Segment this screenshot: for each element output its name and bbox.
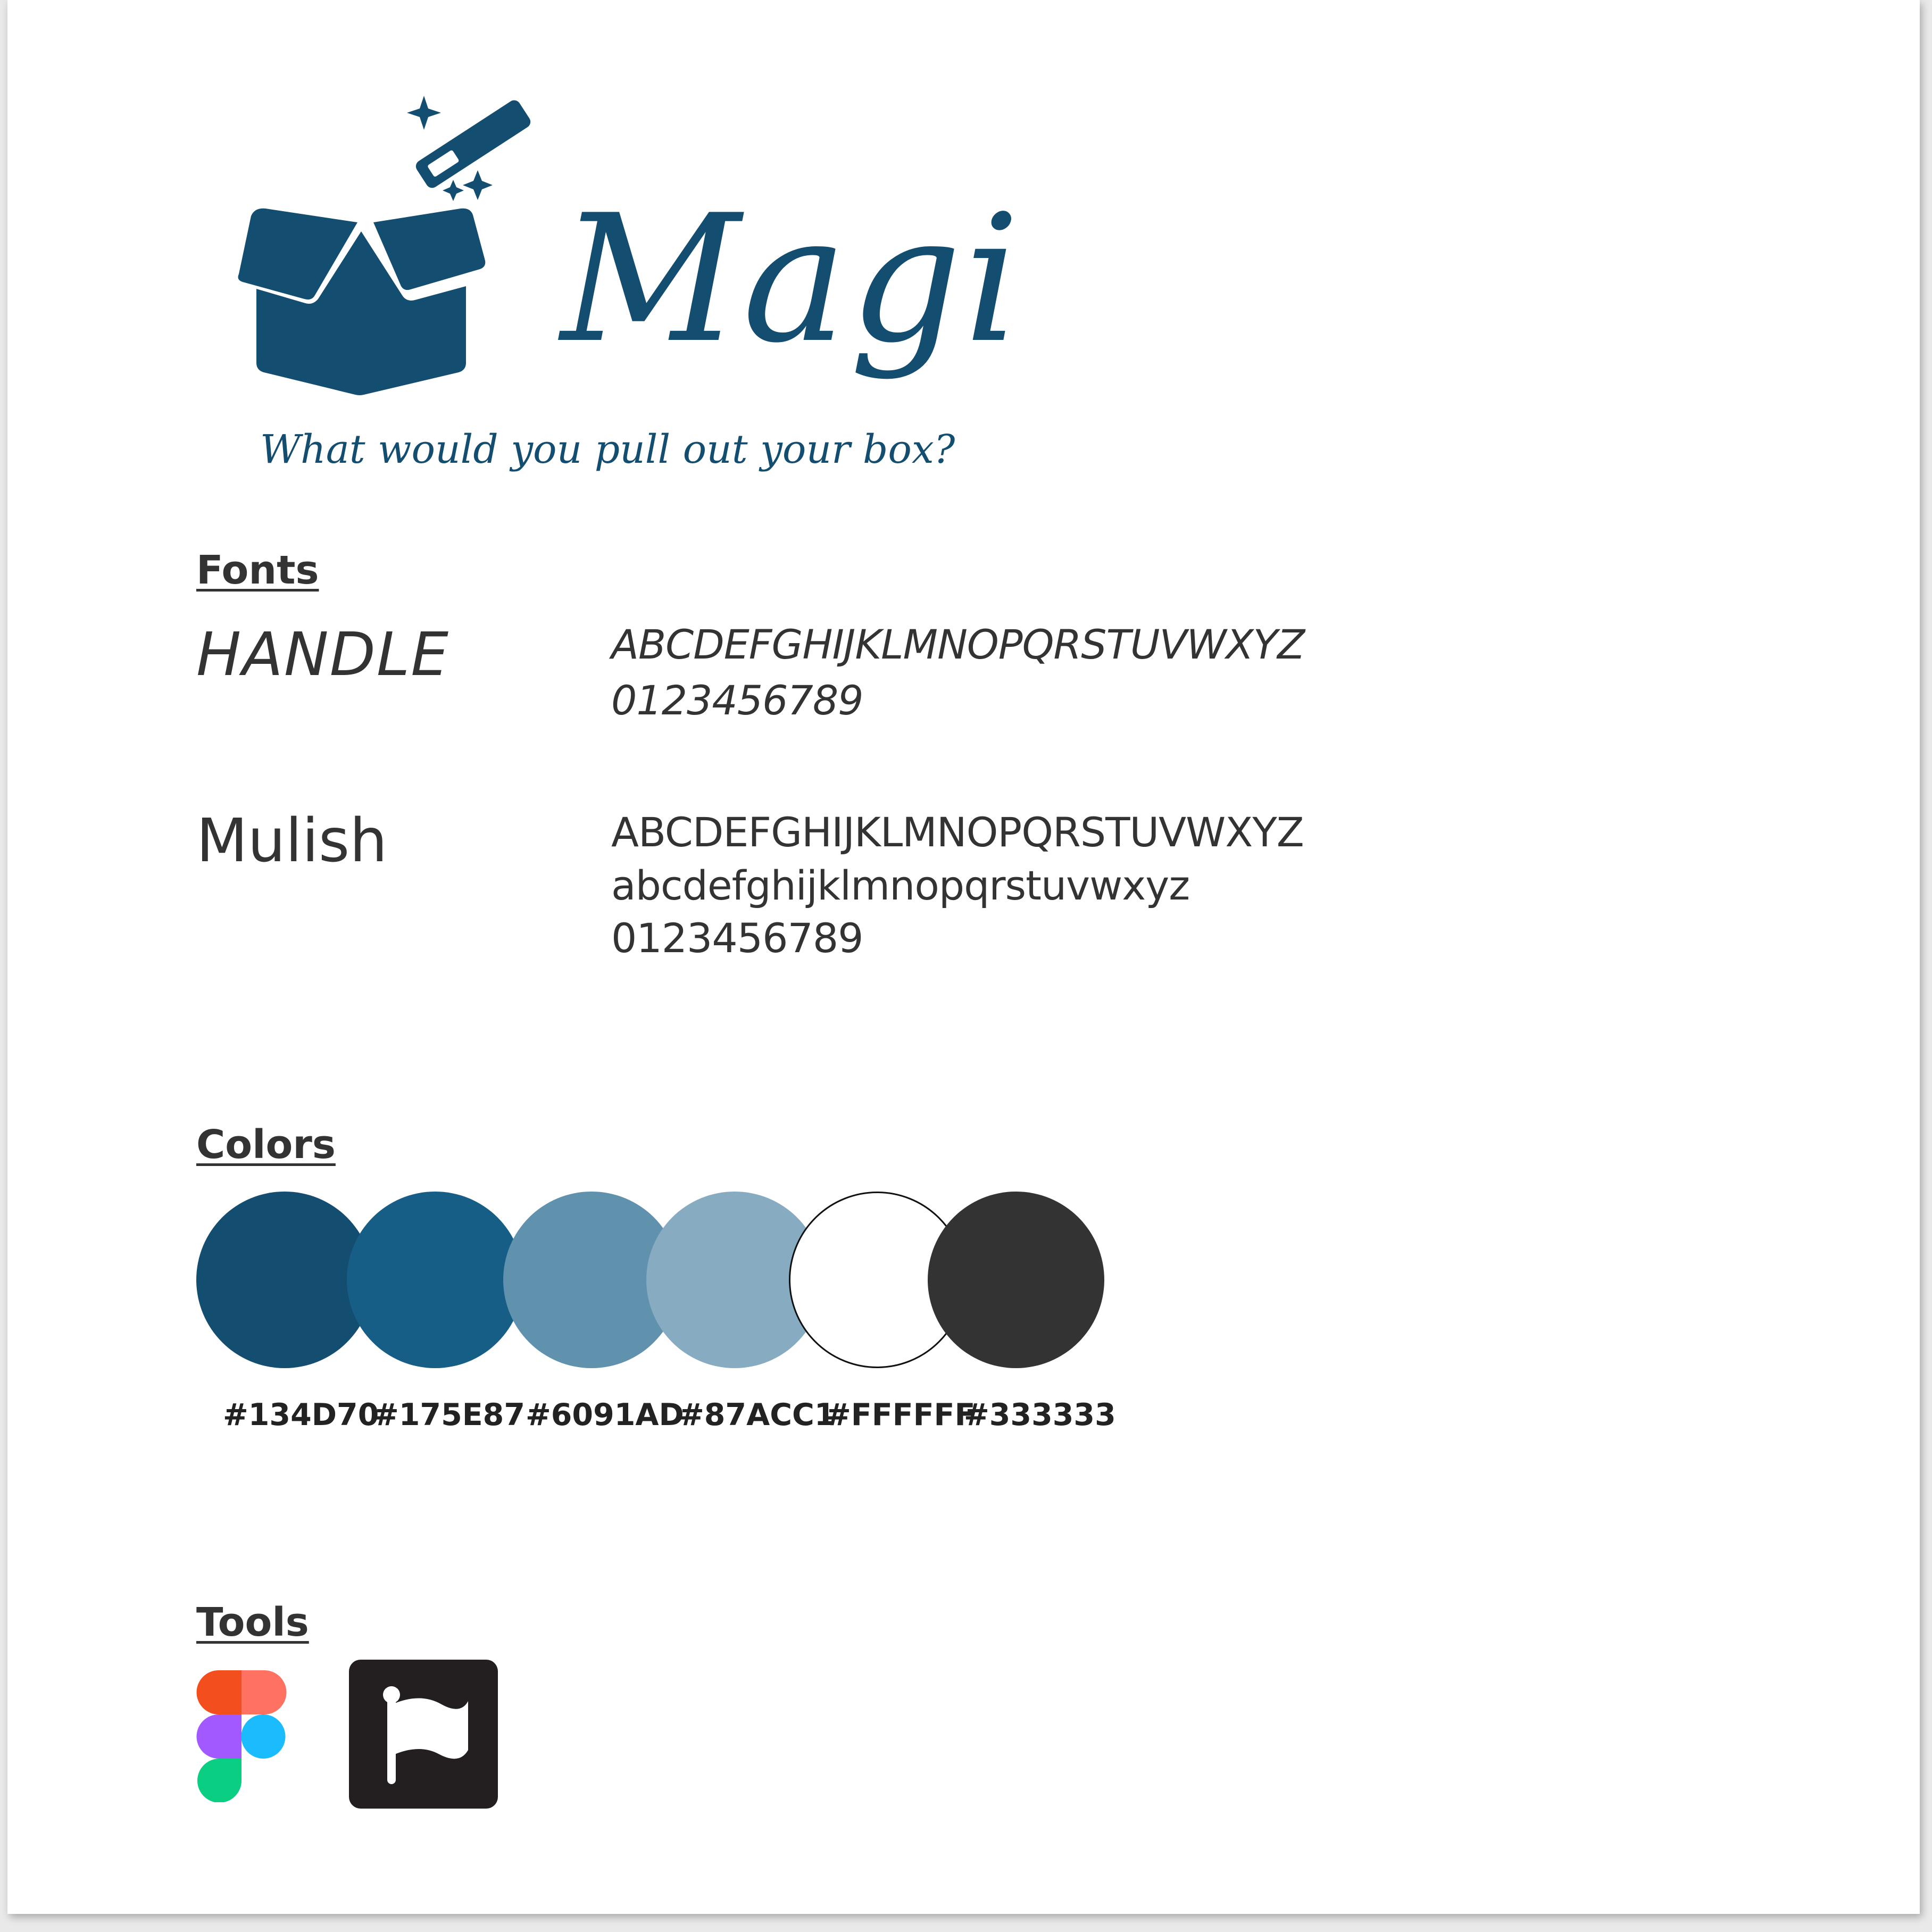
figma-icon — [196, 1670, 287, 1802]
font-sample-digits: 0123456789 — [611, 914, 864, 962]
color-label: #333333 — [964, 1397, 1116, 1433]
font-name-handle: HANDLE — [196, 620, 450, 689]
tools-heading: Tools — [196, 1600, 309, 1645]
brand-sheet: Magi What would you pull out your box? F… — [7, 0, 1920, 1914]
magic-box-icon — [238, 96, 531, 395]
font-name-mulish: Mulish — [196, 806, 388, 876]
color-swatch — [347, 1192, 523, 1368]
brand-tagline: What would you pull out your box? — [260, 427, 955, 472]
color-label: #FFFFFF — [826, 1397, 976, 1433]
brand-name: Magi — [561, 177, 1022, 381]
font-sample-uppercase: ABCDEFGHIJKLMNOPQRSTUVWXYZ — [611, 809, 1304, 856]
color-swatches — [196, 1192, 1111, 1372]
font-sample-mulish: ABCDEFGHIJKLMNOPQRSTUVWXYZ abcdefghijklm… — [611, 806, 1304, 965]
color-label: #87ACC1 — [679, 1397, 836, 1433]
flag-app-icon — [349, 1660, 498, 1809]
color-swatch — [928, 1192, 1104, 1368]
colors-heading: Colors — [196, 1122, 336, 1168]
font-sample-handle: ABCDEFGHIJKLMNOPQRSTUVWXYZ 0123456789 — [611, 617, 1305, 729]
font-sample-lowercase: abcdefghijklmnopqrstuvwxyz — [611, 861, 1190, 909]
font-sample-uppercase: ABCDEFGHIJKLMNOPQRSTUVWXYZ — [611, 621, 1305, 668]
font-sample-digits: 0123456789 — [611, 676, 864, 724]
color-label: #134D70 — [223, 1397, 379, 1433]
color-label: #175E87 — [373, 1397, 525, 1433]
color-label: #6091AD — [526, 1397, 684, 1433]
fonts-heading: Fonts — [196, 547, 319, 593]
